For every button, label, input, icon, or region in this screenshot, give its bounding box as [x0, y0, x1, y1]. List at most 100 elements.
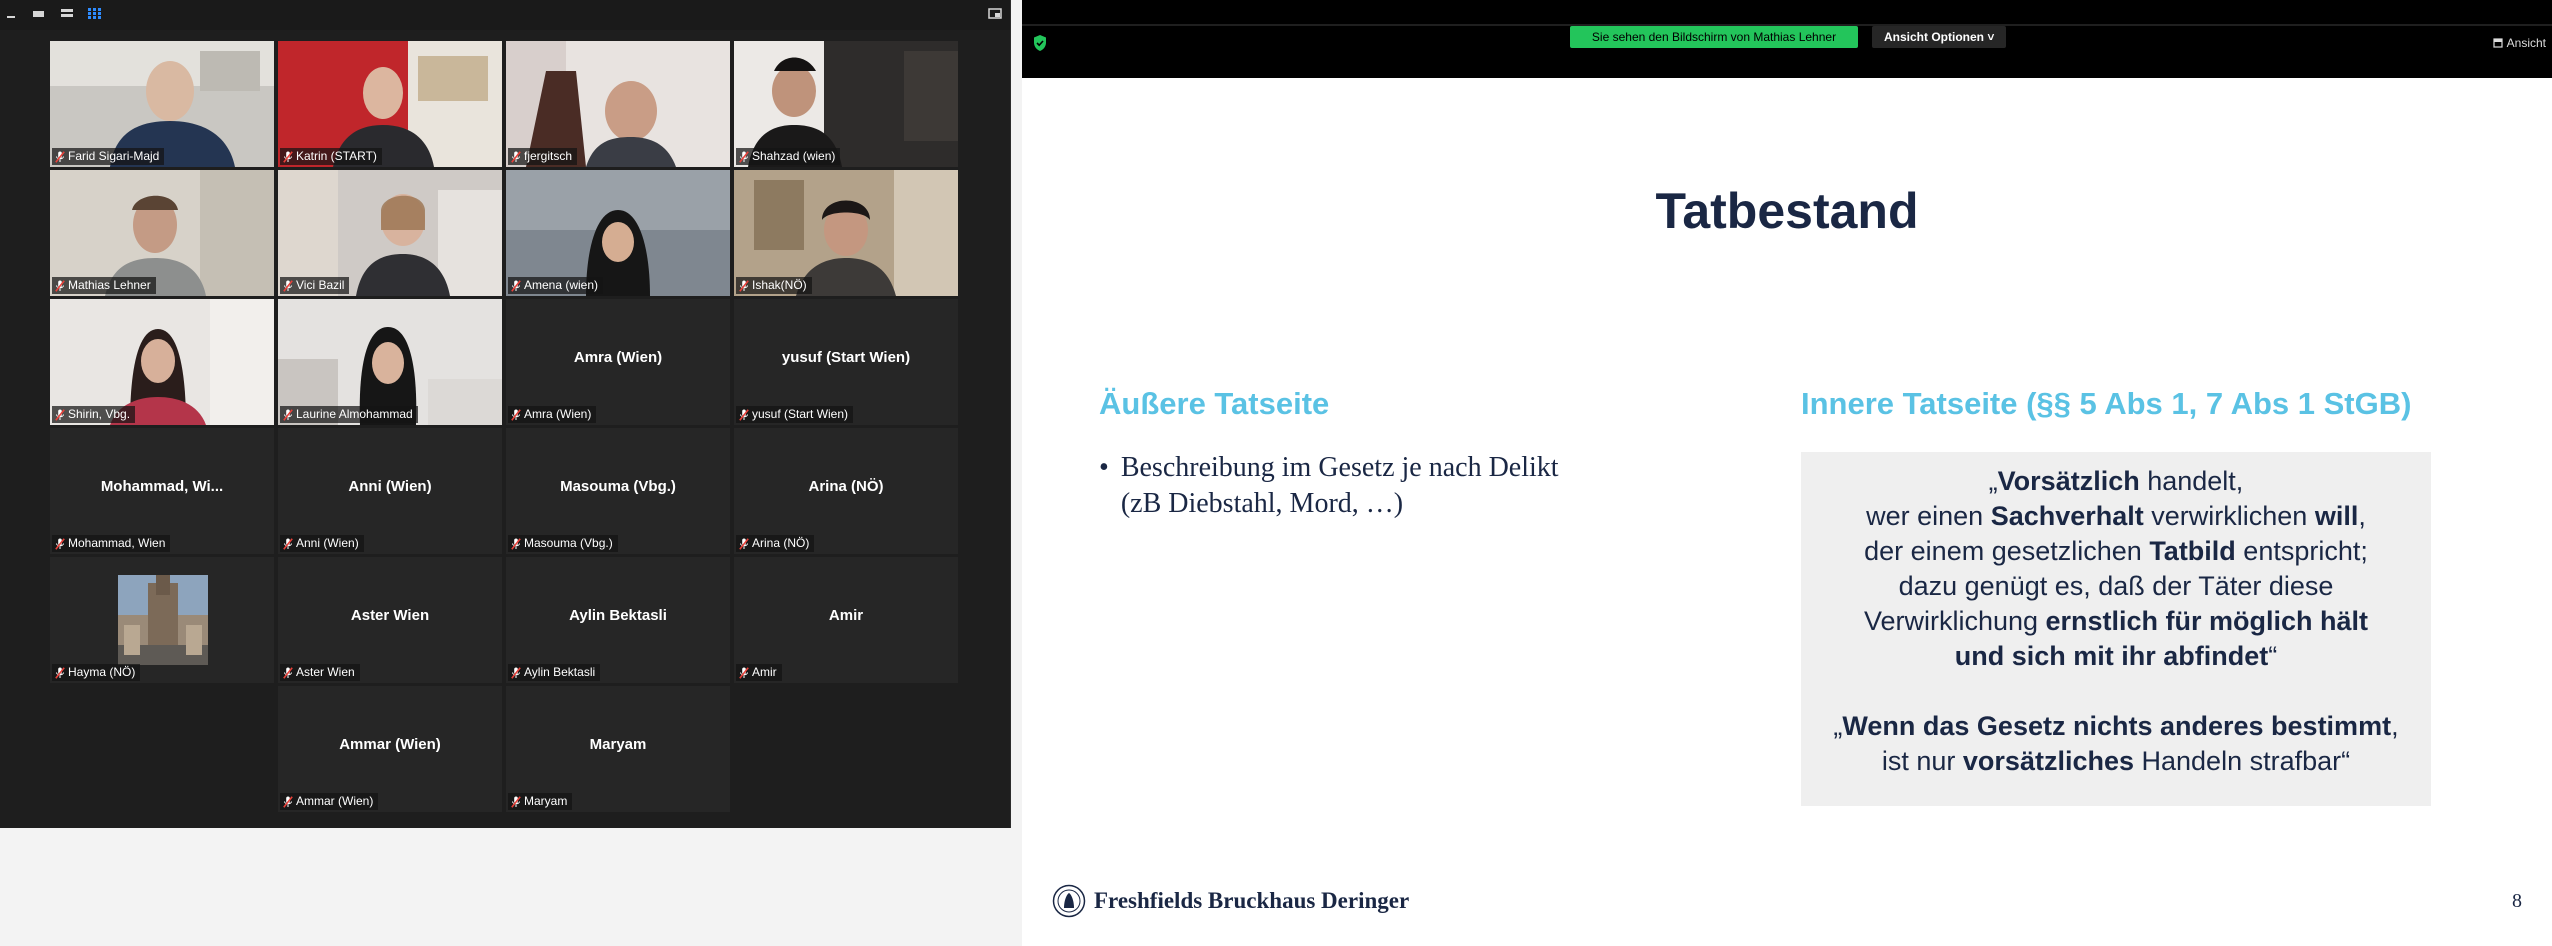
participant-name-text: Amena (wien) — [524, 278, 599, 292]
participant-tile[interactable]: Mohammad, Wi... Mohammad, Wien — [50, 428, 274, 554]
participant-name-label: Mohammad, Wien — [52, 535, 171, 552]
participant-display-name: Amir — [828, 607, 864, 624]
participant-name-text: Arina (NÖ) — [752, 536, 810, 550]
participant-name-text: Mathias Lehner — [68, 278, 151, 292]
view-button[interactable]: Ansicht — [2493, 36, 2546, 50]
muted-mic-icon — [739, 666, 749, 679]
participant-tile[interactable]: yusuf (Start Wien) yusuf (Start Wien) — [734, 299, 958, 425]
quote-line: und sich mit ihr abfindet“ — [1954, 641, 2278, 671]
muted-mic-icon — [283, 795, 293, 808]
participant-name-text: Aylin Bektasli — [524, 665, 596, 679]
participant-tile[interactable]: Amra (Wien) Amra (Wien) — [506, 299, 730, 425]
strip-view-icon[interactable] — [60, 8, 74, 20]
speaker-view-icon[interactable] — [32, 8, 46, 20]
participant-name-label: Aylin Bektasli — [508, 664, 601, 681]
participant-name-label: Laurine Almohammad — [280, 406, 418, 423]
participant-display-name: Ammar (Wien) — [339, 736, 441, 753]
participant-tile[interactable]: Aster Wien Aster Wien — [278, 557, 502, 683]
minimize-icon[interactable] — [6, 8, 20, 20]
participant-name-label: Amra (Wien) — [508, 406, 597, 423]
muted-mic-icon — [511, 537, 521, 550]
sharing-indicator: Sie sehen den Bildschirm von Mathias Leh… — [1570, 26, 1858, 48]
participant-name-label: Mathias Lehner — [52, 277, 156, 294]
participant-tile[interactable]: Ammar (Wien) Ammar (Wien) — [278, 686, 502, 812]
participant-tile[interactable]: Anni (Wien) Anni (Wien) — [278, 428, 502, 554]
shared-screen: Sie sehen den Bildschirm von Mathias Leh… — [1022, 0, 2552, 946]
participant-name-text: Anni (Wien) — [296, 536, 359, 550]
participant-tile[interactable]: Vici Bazil — [278, 170, 502, 296]
muted-mic-icon — [739, 408, 749, 421]
participant-tile[interactable]: Arina (NÖ) Arina (NÖ) — [734, 428, 958, 554]
participant-display-name: Mohammad, Wi... — [100, 478, 224, 495]
participant-name-label: Hayma (NÖ) — [52, 664, 141, 681]
participant-name-text: Farid Sigari-Majd — [68, 149, 160, 163]
participant-tile[interactable]: Aylin Bektasli Aylin Bektasli — [506, 557, 730, 683]
participant-display-name: yusuf (Start Wien) — [781, 349, 911, 366]
quote-line: dazu genügt es, daß der Täter diese — [1898, 571, 2334, 601]
participant-tile[interactable]: Amena (wien) — [506, 170, 730, 296]
security-shield-icon[interactable] — [1032, 34, 1048, 52]
participant-tile[interactable]: Shahzad (wien) — [734, 41, 958, 167]
participant-tile[interactable]: fjergitsch — [506, 41, 730, 167]
gallery-window: Farid Sigari-Majd Katrin (START) fjergitsc… — [0, 0, 1011, 828]
view-icon — [2493, 38, 2503, 48]
bullet-item: • Beschreibung im Gesetz je nach Delikt … — [1099, 450, 1659, 522]
participant-tile[interactable]: Laurine Almohammad — [278, 299, 502, 425]
participant-name-label: yusuf (Start Wien) — [736, 406, 854, 423]
participant-name-label: Arina (NÖ) — [736, 535, 815, 552]
participant-tile[interactable]: Amir Amir — [734, 557, 958, 683]
bullet-text: Beschreibung im Gesetz je nach Delikt (z… — [1120, 452, 1559, 519]
firm-seal-icon — [1052, 884, 1086, 918]
muted-mic-icon — [511, 408, 521, 421]
participant-name-label: Farid Sigari-Majd — [52, 148, 165, 165]
desktop-background — [0, 828, 1010, 946]
slide-title: Tatbestand — [1655, 183, 1919, 239]
muted-mic-icon — [511, 666, 521, 679]
presentation-slide: Tatbestand Äußere Tatseite • Beschreibun… — [1022, 78, 2552, 946]
participant-grid: Farid Sigari-Majd Katrin (START) fjergitsc… — [50, 41, 958, 813]
share-toolbar: Sie sehen den Bildschirm von Mathias Leh… — [1022, 0, 2552, 78]
muted-mic-icon — [283, 666, 293, 679]
participant-display-name: Anni (Wien) — [348, 478, 432, 495]
participant-name-text: Aster Wien — [296, 665, 355, 679]
participant-name-label: Maryam — [508, 793, 573, 810]
footer-logo: Freshfields Bruckhaus Deringer — [1052, 884, 1409, 918]
participant-tile[interactable]: Hayma (NÖ) — [50, 557, 274, 683]
participant-display-name: Aylin Bektasli — [569, 607, 667, 624]
muted-mic-icon — [55, 666, 65, 679]
profile-photo — [118, 575, 208, 665]
participant-name-text: Laurine Almohammad — [296, 407, 413, 421]
participant-display-name: Maryam — [589, 736, 647, 753]
participant-tile[interactable]: Ishak(NÖ) — [734, 170, 958, 296]
page-number: 8 — [2512, 890, 2522, 912]
participant-display-name: Arina (NÖ) — [808, 478, 884, 495]
participant-tile[interactable]: Maryam Maryam — [506, 686, 730, 812]
inner-heading: Innere Tatseite (§§ 5 Abs 1, 7 Abs 1 StG… — [1801, 386, 2412, 421]
muted-mic-icon — [511, 279, 521, 292]
muted-mic-icon — [739, 279, 749, 292]
participant-tile[interactable]: Mathias Lehner — [50, 170, 274, 296]
muted-mic-icon — [283, 150, 293, 163]
statute-quote-box: „Vorsätzlich handelt, wer einen Sachverh… — [1801, 452, 2431, 806]
participant-name-text: Masouma (Vbg.) — [524, 536, 613, 550]
participant-name-label: Ishak(NÖ) — [736, 277, 812, 294]
participant-display-name: Masouma (Vbg.) — [560, 478, 676, 495]
participant-tile[interactable]: Katrin (START) — [278, 41, 502, 167]
participant-tile[interactable]: Farid Sigari-Majd — [50, 41, 274, 167]
participant-tile[interactable]: Shirin, Vbg. — [50, 299, 274, 425]
participant-display-name: Aster Wien — [350, 607, 430, 624]
participant-name-label: Katrin (START) — [280, 148, 382, 165]
participant-name-label: Ammar (Wien) — [280, 793, 379, 810]
participant-name-label: Shirin, Vbg. — [52, 406, 136, 423]
participant-name-text: Vici Bazil — [296, 278, 345, 292]
muted-mic-icon — [55, 537, 65, 550]
participant-tile[interactable]: Masouma (Vbg.) Masouma (Vbg.) — [506, 428, 730, 554]
view-button-label: Ansicht — [2506, 36, 2546, 50]
participant-name-label: fjergitsch — [508, 148, 578, 165]
exit-fullscreen-icon[interactable] — [988, 8, 1002, 20]
participant-name-label: Amena (wien) — [508, 277, 604, 294]
participant-name-text: Ammar (Wien) — [296, 794, 374, 808]
view-options-button[interactable]: Ansicht Optionen ˅ — [1872, 26, 2007, 48]
participant-name-label: Vici Bazil — [280, 277, 350, 294]
gallery-view-icon[interactable] — [88, 8, 102, 20]
